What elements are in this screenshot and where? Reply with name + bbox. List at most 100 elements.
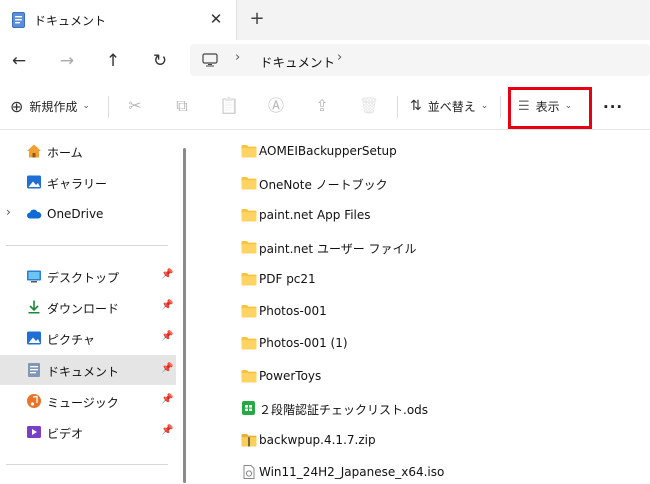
- sidebar-item-documents[interactable]: ドキュメント 📌: [0, 355, 176, 385]
- breadcrumb-separator[interactable]: ›: [235, 50, 240, 65]
- tab-documents[interactable]: ドキュメント ✕: [0, 0, 237, 40]
- navigation-bar: ← → ↑ ↻ › ドキュメント ›: [0, 40, 650, 82]
- breadcrumb-separator[interactable]: ›: [337, 50, 342, 65]
- pin-icon[interactable]: 📌: [161, 394, 173, 405]
- paste-icon: 📋: [219, 96, 239, 115]
- sidebar-item-downloads[interactable]: ダウンロード 📌: [0, 292, 176, 322]
- sidebar-item-label: ミュージック: [47, 396, 119, 410]
- list-item[interactable]: ２段階認証チェックリスト.ods: [234, 397, 634, 421]
- navigation-pane: ホーム ギャラリー › OneDrive デスクトップ 📌 ダウンロード 📌 ピ…: [0, 131, 190, 484]
- folder-icon: [241, 305, 257, 318]
- file-name: PDF pc21: [259, 272, 316, 286]
- file-list: AOMEIBackupperSetup OneNote ノートブック paint…: [190, 131, 650, 484]
- sidebar-item-onedrive[interactable]: › OneDrive: [0, 199, 176, 229]
- folder-icon: [241, 241, 257, 254]
- address-bar[interactable]: › ドキュメント ›: [190, 44, 650, 76]
- copy-button[interactable]: ⧉: [171, 92, 193, 120]
- pin-icon[interactable]: 📌: [161, 269, 173, 280]
- sidebar-item-label: ダウンロード: [47, 302, 120, 316]
- list-item[interactable]: paint.net ユーザー ファイル: [234, 236, 634, 260]
- divider: [500, 96, 501, 118]
- forward-button[interactable]: →: [54, 48, 80, 74]
- delete-button[interactable]: 🗑: [358, 92, 380, 120]
- folder-icon: [241, 177, 257, 190]
- divider: [108, 96, 109, 118]
- file-name: ２段階認証チェックリスト.ods: [259, 403, 429, 417]
- new-label: 新規作成: [29, 99, 78, 114]
- pin-icon[interactable]: 📌: [161, 300, 173, 311]
- folder-icon: [241, 273, 257, 286]
- sidebar-item-gallery[interactable]: ギャラリー: [0, 167, 176, 197]
- add-icon: ⊕: [10, 96, 24, 116]
- copy-icon: ⧉: [176, 96, 188, 115]
- disc-image-icon: [243, 465, 255, 479]
- highlight-box: [508, 87, 592, 129]
- folder-icon: [241, 337, 257, 350]
- divider: [397, 96, 398, 118]
- pin-icon[interactable]: 📌: [161, 425, 173, 436]
- chevron-down-icon: ⌄: [480, 101, 489, 111]
- file-name: OneNote ノートブック: [259, 178, 388, 192]
- refresh-button[interactable]: ↻: [147, 48, 173, 74]
- sidebar-item-label: ピクチャ: [47, 333, 95, 347]
- divider: [6, 464, 168, 465]
- sidebar-scrollbar[interactable]: [183, 148, 186, 483]
- folder-icon: [241, 370, 257, 383]
- cut-icon: ✂: [128, 96, 142, 115]
- file-name: paint.net App Files: [259, 208, 371, 222]
- sidebar-item-pictures[interactable]: ピクチャ 📌: [0, 323, 176, 353]
- list-item[interactable]: backwpup.4.1.7.zip: [234, 429, 634, 453]
- sidebar-item-desktop[interactable]: デスクトップ 📌: [0, 261, 176, 291]
- cloud-icon: [27, 209, 42, 219]
- list-item[interactable]: AOMEIBackupperSetup: [234, 140, 634, 164]
- new-tab-button[interactable]: +: [247, 9, 267, 29]
- sidebar-item-music[interactable]: ミュージック 📌: [0, 386, 176, 416]
- rename-button[interactable]: Ⓐ: [265, 92, 287, 120]
- list-item[interactable]: paint.net App Files: [234, 204, 634, 228]
- share-button[interactable]: ⇪: [311, 92, 333, 120]
- folder-icon: [241, 209, 257, 222]
- pin-icon[interactable]: 📌: [161, 331, 173, 342]
- list-item[interactable]: PDF pc21: [234, 268, 634, 292]
- sidebar-item-label: ギャラリー: [47, 177, 108, 191]
- list-item[interactable]: PowerToys: [234, 365, 634, 389]
- rename-icon: Ⓐ: [267, 96, 284, 115]
- back-button[interactable]: ←: [6, 48, 32, 74]
- monitor-icon[interactable]: [202, 53, 218, 67]
- sidebar-item-label: ホーム: [47, 146, 83, 160]
- list-item[interactable]: Photos-001 (1): [234, 332, 634, 356]
- more-options-icon[interactable]: ···: [603, 98, 623, 116]
- paste-button[interactable]: 📋: [218, 92, 240, 120]
- sort-icon: ⇅: [410, 98, 422, 114]
- breadcrumb-documents[interactable]: ドキュメント: [260, 52, 335, 71]
- file-name: Photos-001: [259, 304, 327, 318]
- file-name: backwpup.4.1.7.zip: [259, 433, 376, 447]
- sidebar-item-label: デスクトップ: [47, 271, 120, 285]
- close-tab-icon[interactable]: ✕: [206, 9, 226, 29]
- folder-icon: [241, 145, 257, 158]
- tab-title: ドキュメント: [34, 14, 107, 28]
- up-button[interactable]: ↑: [100, 48, 126, 74]
- music-icon: [27, 394, 41, 408]
- home-icon: [27, 144, 41, 158]
- list-item[interactable]: Photos-001: [234, 300, 634, 324]
- chevron-right-icon[interactable]: ›: [6, 205, 11, 219]
- cut-button[interactable]: ✂: [124, 92, 146, 120]
- download-icon: [28, 300, 40, 314]
- desktop-icon: [27, 270, 41, 283]
- sidebar-item-home[interactable]: ホーム: [0, 136, 176, 166]
- documents-icon: [28, 363, 40, 377]
- sidebar-item-label: ドキュメント: [47, 365, 120, 379]
- new-button[interactable]: ⊕ 新規作成 ⌄: [10, 92, 90, 120]
- list-item[interactable]: OneNote ノートブック: [234, 172, 634, 196]
- sort-button[interactable]: ⇅ 並べ替え ⌄: [410, 92, 488, 120]
- list-item[interactable]: Win11_24H2_Japanese_x64.iso: [234, 461, 634, 484]
- tab-strip: ドキュメント ✕ +: [0, 0, 650, 40]
- divider: [6, 245, 168, 246]
- gallery-icon: [27, 175, 41, 189]
- pin-icon[interactable]: 📌: [161, 363, 173, 374]
- sidebar-item-videos[interactable]: ビデオ 📌: [0, 417, 176, 447]
- delete-icon: 🗑: [358, 96, 380, 115]
- sort-label: 並べ替え: [427, 99, 476, 114]
- sidebar-item-label: ビデオ: [47, 427, 84, 441]
